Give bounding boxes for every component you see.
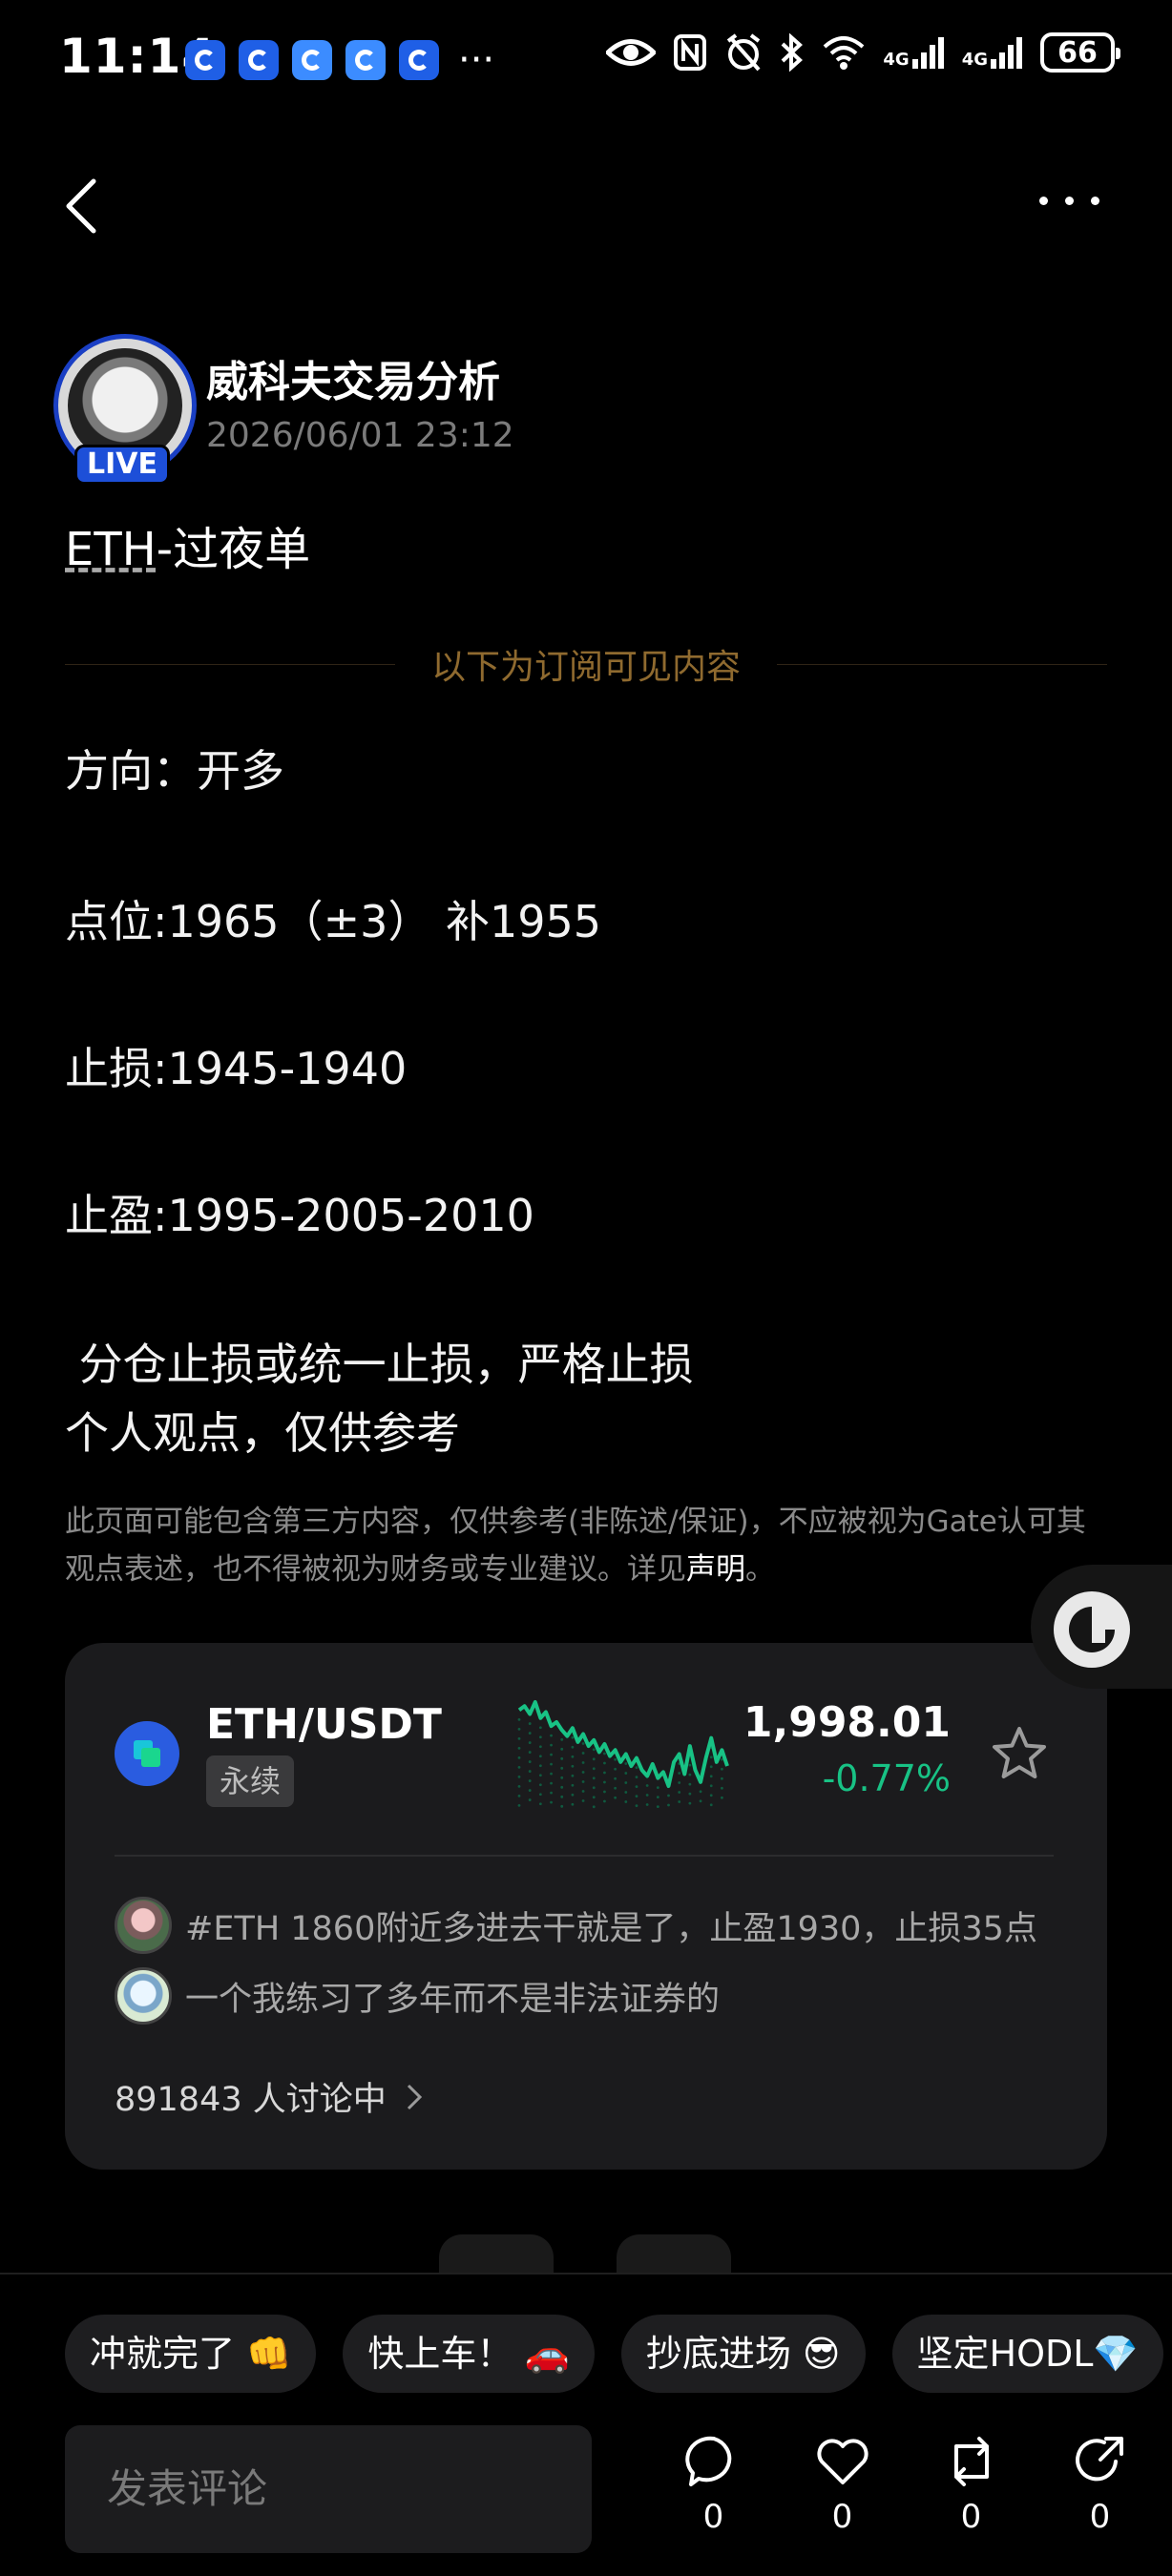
subscriber-content-divider: 以下为订阅可见内容 [65, 645, 1108, 687]
overlay-tab [439, 2234, 554, 2273]
signal-icon: 4G [883, 36, 944, 69]
quick-reply-chips: 冲就完了 👊 快上车！ 🚗 抄底进场 😎 坚定HODL💎 [65, 2315, 1163, 2393]
repost-icon [953, 2437, 989, 2486]
comment-button[interactable]: 0 [649, 2435, 778, 2536]
alarm-off-icon [727, 33, 761, 72]
overlay-tab [617, 2234, 731, 2273]
share-icon [1075, 2437, 1123, 2482]
app-notification-icon [345, 40, 386, 80]
comment-input[interactable]: 发表评论 [65, 2425, 592, 2553]
system-icons: 4G 4G 66 [606, 32, 1120, 73]
commenter-avatar [115, 1897, 172, 1954]
bluetooth-icon [782, 33, 804, 72]
last-price: 1,998.01 [743, 1698, 951, 1747]
post-line-stop-loss: 止损:1945-1940 [65, 1043, 408, 1094]
more-horizontal-icon [1039, 197, 1048, 205]
gate-logo-icon [1054, 1591, 1130, 1668]
favorite-star-icon[interactable] [991, 1725, 1048, 1780]
wifi-icon [824, 36, 865, 70]
heart-icon [816, 2439, 869, 2484]
app-notification-icon [239, 40, 279, 80]
battery-icon: 66 [1040, 32, 1120, 73]
repost-button[interactable]: 0 [907, 2435, 1036, 2536]
app-notification-icon [292, 40, 332, 80]
back-button[interactable] [59, 177, 107, 235]
chevron-right-icon [407, 2084, 422, 2109]
post-line-opinion: 个人观点，仅供参考 [65, 1407, 460, 1459]
price-sparkline [517, 1700, 729, 1809]
disclaimer: 此页面可能包含第三方内容，仅供参考(非陈述/保证)，不应被视为Gate认可其观点… [65, 1505, 1086, 1587]
quick-reply-chip[interactable]: 冲就完了 👊 [65, 2315, 317, 2393]
live-badge: LIVE [74, 445, 170, 485]
post-line-note: 分仓止损或统一止损，严格止损 [65, 1339, 694, 1390]
eth-coin-icon [115, 1721, 179, 1786]
share-button[interactable]: 0 [1036, 2435, 1164, 2536]
bottom-action-bar: 冲就完了 👊 快上车！ 🚗 抄底进场 😎 坚定HODL💎 发表评论 0 0 0 … [0, 2273, 1172, 2576]
nfc-icon [674, 34, 707, 71]
eye-icon [606, 39, 657, 66]
quick-reply-chip[interactable]: 抄底进场 😎 [620, 2315, 866, 2393]
notification-icons: ··· [185, 40, 494, 80]
more-notifications-indicator: ··· [458, 38, 495, 82]
app-notification-icon [399, 40, 439, 80]
divider-label: 以下为订阅可见内容 [431, 648, 742, 687]
refresh-button[interactable] [1031, 1565, 1172, 1689]
coin-tag-link[interactable]: ETH [65, 523, 157, 576]
contract-type-badge: 永续 [206, 1755, 295, 1807]
quick-reply-chip[interactable]: 快上车！ 🚗 [343, 2315, 595, 2393]
price-change: -0.77% [822, 1757, 951, 1799]
post-line-entry: 点位:1965（±3） 补1955 [65, 896, 602, 947]
more-options-button[interactable] [1039, 197, 1099, 205]
quick-reply-chip[interactable]: 坚定HODL💎 [891, 2315, 1163, 2393]
post-title: ETH-过夜单 [65, 511, 310, 578]
status-bar: 11:14 ··· 4G 4G 66 [0, 0, 1172, 114]
card-comment[interactable]: 一个我练习了多年而不是非法证券的 [115, 1967, 720, 2025]
post-title-text: -过夜单 [156, 523, 311, 576]
market-card[interactable]: ETH/USDT 永续 1,998.01 -0.77% #ETH 1860附近多… [65, 1643, 1107, 2170]
signal-icon: 4G [962, 36, 1023, 69]
post-line-take-profit: 止盈:1995-2005-2010 [65, 1190, 534, 1241]
like-button[interactable]: 0 [778, 2435, 907, 2536]
commenter-avatar [115, 1967, 172, 2025]
app-notification-icon [185, 40, 225, 80]
trading-pair: ETH/USDT [206, 1700, 442, 1749]
card-comment[interactable]: #ETH 1860附近多进去干就是了，止盈1930，止损35点 [115, 1897, 1037, 1954]
post-date: 2026/06/01 23:12 [206, 416, 514, 455]
author-name[interactable]: 威科夫交易分析 [206, 347, 500, 408]
disclaimer-link[interactable]: 声明 [686, 1552, 745, 1587]
chevron-left-icon [66, 178, 96, 234]
discussion-count-link[interactable]: 891843 人讨论中 [115, 2072, 423, 2121]
post-actions: 0 0 0 0 [649, 2435, 1164, 2536]
comment-icon [684, 2436, 731, 2486]
post-line-direction: 方向：开多 [65, 745, 284, 797]
